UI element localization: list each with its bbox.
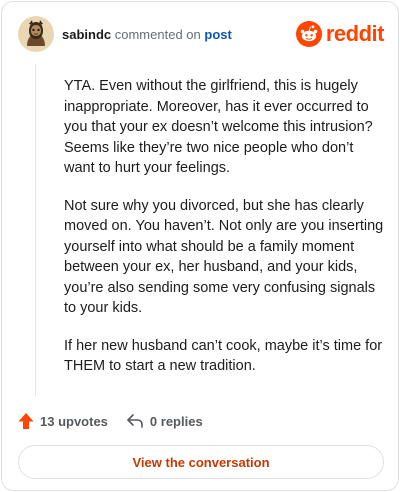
- username-link[interactable]: sabindc: [62, 27, 111, 42]
- reply-icon: [127, 414, 143, 428]
- thread-line: [35, 64, 36, 396]
- reddit-brand[interactable]: reddit: [295, 20, 385, 48]
- upvote-arrow-icon: [18, 413, 34, 429]
- comment-paragraph: Not sure why you divorced, but she has c…: [64, 197, 384, 317]
- reddit-wordmark: reddit: [325, 21, 385, 46]
- comment-meta: sabindc commented on post: [62, 27, 232, 43]
- comment-paragraph: If her new husband can’t cook, maybe it’…: [64, 337, 383, 375]
- upvote-count: 13 upvotes: [40, 413, 108, 429]
- comment-actions: 13 upvotes 0 replies: [18, 411, 221, 431]
- embedded-comment-card: sabindc commented on post reddit YTA. Ev…: [1, 1, 399, 491]
- reply-count: 0 replies: [149, 413, 203, 429]
- reddit-logo-icon: [295, 21, 322, 47]
- post-link[interactable]: post: [204, 27, 231, 42]
- upvote-button[interactable]: 13 upvotes: [18, 412, 108, 430]
- view-conversation-button[interactable]: View the conversation: [18, 445, 384, 479]
- avatar-image: [18, 16, 54, 52]
- comment-header: sabindc commented on post reddit: [18, 16, 385, 52]
- comment-body: YTA. Even without the girlfriend, this i…: [64, 76, 384, 394]
- replies-button[interactable]: 0 replies: [126, 413, 203, 429]
- action-text: commented on: [114, 27, 201, 42]
- user-avatar[interactable]: [18, 16, 54, 52]
- comment-paragraph: YTA. Even without the girlfriend, this i…: [64, 78, 373, 176]
